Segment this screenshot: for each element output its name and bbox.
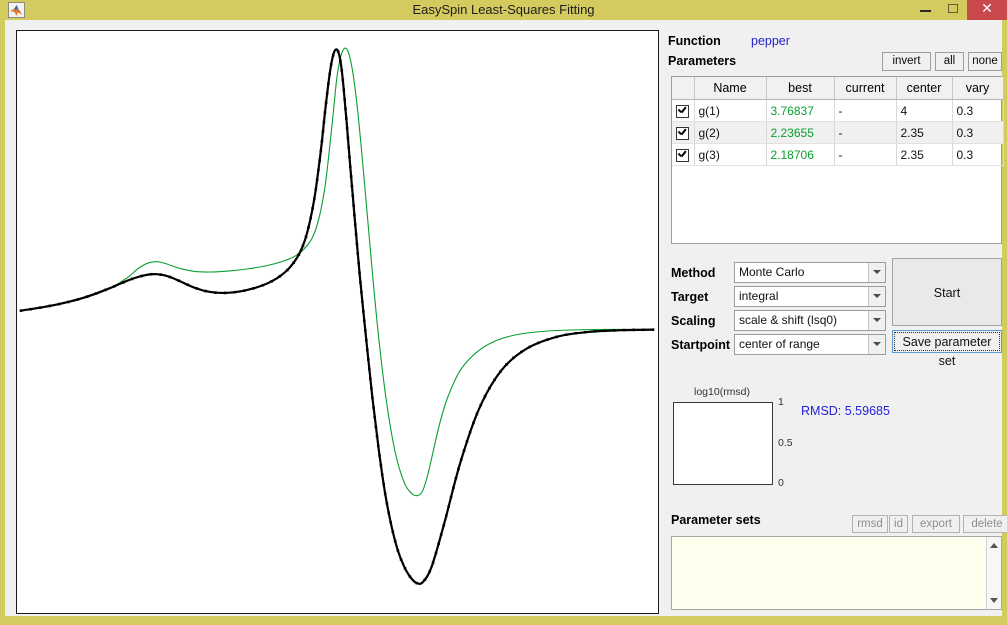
cell-current[interactable]: - [834,121,897,144]
target-label: Target [671,290,709,304]
parameter-sets-label: Parameter sets [671,513,761,527]
scaling-label: Scaling [671,314,716,328]
col-header-vary[interactable]: vary [952,77,1004,100]
cell-best[interactable]: 2.18706 [766,143,835,166]
method-label: Method [671,266,716,280]
rmsd-tick-05: 0.5 [778,437,793,449]
table-row[interactable]: g(2) 2.23655-2.35 0.3 [672,121,1004,144]
cell-vary[interactable]: 0.3 [952,143,1004,166]
start-button[interactable]: Start [892,258,1002,326]
checkmark-icon [676,104,690,118]
checkmark-icon [676,126,690,140]
cell-center[interactable]: 2.35 [896,143,953,166]
psets-delete-button[interactable]: delete [963,515,1007,533]
parameters-table[interactable]: Name best current center vary g(1) 3.7683… [671,76,1004,244]
parameters-label: Parameters [668,54,737,68]
maximize-icon [948,4,958,13]
parameter-sets-list[interactable] [671,536,1002,610]
col-header-check [672,77,695,100]
checkmark-icon [676,148,690,162]
title-bar: EasySpin Least-Squares Fitting ✕ [0,0,1007,20]
table-row[interactable]: g(3) 2.18706-2.35 0.3 [672,143,1004,166]
cell-vary[interactable]: 0.3 [952,121,1004,144]
scroll-down-icon[interactable] [987,594,1001,608]
close-button[interactable]: ✕ [967,0,1007,20]
startpoint-value: center of range [739,337,820,351]
close-icon: ✕ [981,1,993,17]
row-checkbox[interactable] [672,143,695,166]
series-experimental-data [19,48,655,585]
chevron-down-icon[interactable] [868,311,885,330]
minimize-icon [920,10,931,12]
spectrum-canvas [19,47,655,585]
client-area: Function pepper Parameters invert all no… [5,20,1007,616]
scaling-select[interactable]: scale & shift (lsq0) [734,310,886,331]
cell-vary[interactable]: 0.3 [952,99,1004,122]
method-value: Monte Carlo [739,265,805,279]
application-window: EasySpin Least-Squares Fitting ✕ Functio… [0,0,1007,625]
cell-center[interactable]: 4 [896,99,953,122]
psets-rmsd-button[interactable]: rmsd [852,515,888,533]
table-header-row: Name best current center vary [672,77,1004,100]
startpoint-label: Startpoint [671,338,731,352]
psets-export-button[interactable]: export [912,515,960,533]
window-title: EasySpin Least-Squares Fitting [412,2,595,17]
cell-best[interactable]: 3.76837 [766,99,835,122]
cell-center[interactable]: 2.35 [896,121,953,144]
series-markers [19,50,655,585]
method-select[interactable]: Monte Carlo [734,262,886,283]
window-frame: EasySpin Least-Squares Fitting ✕ Functio… [0,0,1007,625]
target-select[interactable]: integral [734,286,886,307]
all-button[interactable]: all [935,52,964,71]
col-header-center[interactable]: center [896,77,953,100]
parameter-sets-scrollbar[interactable] [986,537,1001,609]
chevron-down-icon[interactable] [868,287,885,306]
save-parameter-set-label: Save parameter set [894,332,1000,368]
rmsd-plot[interactable] [673,402,773,485]
save-parameter-set-button[interactable]: Save parameter set [892,330,1002,368]
psets-id-button[interactable]: id [889,515,908,533]
rmsd-tick-0: 0 [778,477,784,489]
cell-name[interactable]: g(1) [694,99,767,122]
chevron-down-icon[interactable] [868,335,885,354]
col-header-best[interactable]: best [766,77,835,100]
cell-best[interactable]: 2.23655 [766,121,835,144]
scroll-up-icon[interactable] [987,538,1001,552]
function-label: Function [668,34,721,48]
minimize-button[interactable] [913,0,939,20]
startpoint-select[interactable]: center of range [734,334,886,355]
cell-current[interactable]: - [834,143,897,166]
function-value[interactable]: pepper [751,34,790,48]
col-header-current[interactable]: current [834,77,897,100]
spectrum-plot[interactable] [16,30,659,614]
cell-current[interactable]: - [834,99,897,122]
rmsd-tick-1: 1 [778,396,784,408]
cell-name[interactable]: g(2) [694,121,767,144]
chevron-down-icon[interactable] [868,263,885,282]
maximize-button[interactable] [940,0,966,20]
series-simulated-fit [20,47,654,497]
rmsd-value-text: RMSD: 5.59685 [801,404,890,418]
table-row[interactable]: g(1) 3.76837-4 0.3 [672,99,1004,122]
row-checkbox[interactable] [672,99,695,122]
invert-button[interactable]: invert [882,52,931,71]
target-value: integral [739,289,779,303]
control-panel: Function pepper Parameters invert all no… [668,20,1007,616]
row-checkbox[interactable] [672,121,695,144]
rmsd-axis-title: log10(rmsd) [694,386,751,398]
cell-name[interactable]: g(3) [694,143,767,166]
scaling-value: scale & shift (lsq0) [739,313,838,327]
col-header-name[interactable]: Name [694,77,767,100]
none-button[interactable]: none [968,52,1002,71]
